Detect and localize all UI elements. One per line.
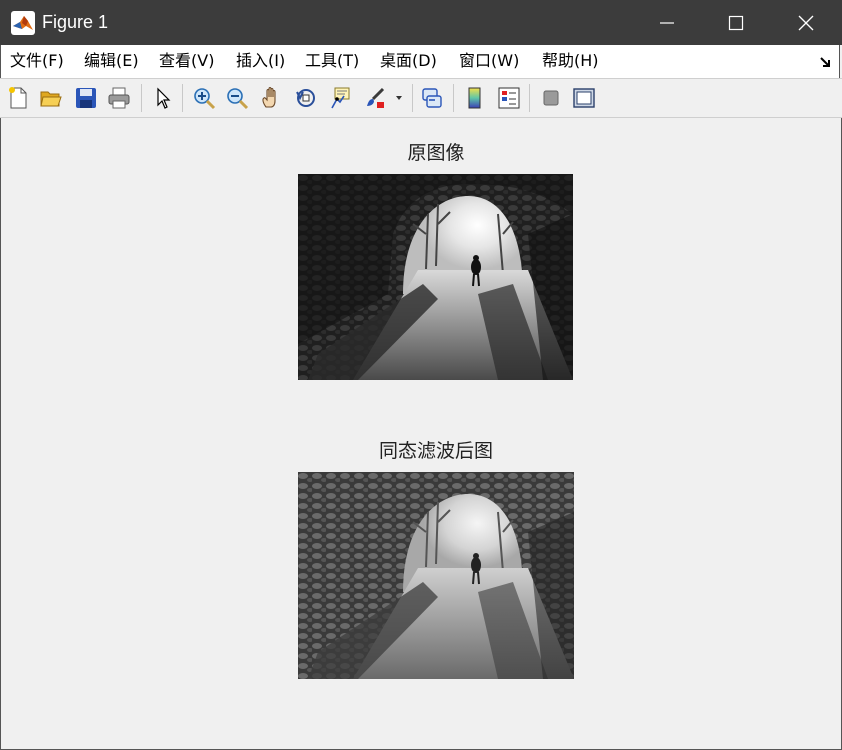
menu-help[interactable]: 帮助(H) [542, 51, 599, 71]
menu-edit[interactable]: 编辑(E) [84, 51, 139, 71]
save-icon [76, 88, 96, 108]
show-plot-tools-icon [573, 88, 595, 108]
link-plot-icon [422, 88, 442, 108]
rotate-3d-icon [296, 89, 315, 107]
new-figure-button[interactable] [4, 84, 32, 112]
zoom-out-icon [227, 88, 249, 110]
zoom-in-button[interactable] [190, 84, 218, 112]
data-cursor-button[interactable] [326, 84, 354, 112]
close-icon [798, 15, 814, 30]
toolbar-separator [529, 84, 530, 112]
subplot-title-filtered: 同态滤波后图 [378, 440, 493, 462]
insert-legend-button[interactable] [495, 84, 523, 112]
toolbar-separator [182, 84, 183, 112]
menu-insert[interactable]: 插入(I) [236, 51, 285, 71]
menu-desktop[interactable]: 桌面(D) [380, 51, 437, 71]
pan-hand-icon [262, 86, 276, 108]
print-icon [108, 87, 130, 109]
window-title: Figure 1 [42, 12, 109, 32]
zoom-in-icon [194, 88, 216, 110]
brush-dropdown-icon [396, 96, 402, 100]
maximize-icon [728, 15, 744, 30]
subplot-title-original: 原图像 [407, 142, 465, 164]
edit-plot-pointer-icon [157, 87, 171, 109]
open-file-button[interactable] [37, 84, 65, 112]
toolbar-separator [141, 84, 142, 112]
menu-view[interactable]: 查看(V) [159, 51, 214, 71]
filtered-image [298, 472, 574, 679]
pan-button[interactable] [257, 84, 285, 112]
print-button[interactable] [105, 84, 133, 112]
toolbar-separator [453, 84, 454, 112]
tunnel-photo-filtered [298, 472, 574, 679]
figure-canvas: 原图像 同态滤波后图 [0, 118, 842, 750]
matlab-logo-icon [11, 11, 35, 35]
link-plot-button[interactable] [418, 84, 446, 112]
brush-icon [367, 87, 385, 108]
show-plot-tools-button[interactable] [570, 84, 598, 112]
dock-figure-icon[interactable] [819, 55, 833, 69]
zoom-out-button[interactable] [223, 84, 251, 112]
menu-window[interactable]: 窗口(W) [459, 51, 519, 71]
menu-tools[interactable]: 工具(T) [305, 51, 359, 71]
tunnel-photo-original [298, 174, 573, 380]
insert-colorbar-icon [468, 87, 481, 109]
brush-button[interactable] [361, 84, 389, 112]
hide-plot-tools-button[interactable] [537, 84, 565, 112]
brush-dropdown-button[interactable] [392, 84, 406, 112]
maximize-button[interactable] [701, 0, 771, 45]
toolbar-separator [412, 84, 413, 112]
menu-bar: 文件(F) 编辑(E) 查看(V) 插入(I) 工具(T) 桌面(D) 窗口(W… [0, 45, 840, 78]
new-figure-icon [9, 87, 27, 109]
hide-plot-tools-icon [543, 90, 559, 106]
insert-colorbar-button[interactable] [461, 84, 489, 112]
rotate-3d-button[interactable] [292, 84, 320, 112]
menu-file[interactable]: 文件(F) [10, 51, 64, 71]
title-bar: Figure 1 [0, 0, 842, 45]
original-image [298, 174, 573, 380]
figure-toolbar [0, 78, 842, 118]
data-cursor-icon [331, 87, 350, 109]
edit-plot-button[interactable] [149, 84, 177, 112]
close-button[interactable] [771, 0, 841, 45]
open-file-icon [40, 91, 62, 107]
minimize-button[interactable] [632, 0, 702, 45]
minimize-icon [660, 21, 674, 24]
insert-legend-icon [498, 87, 520, 109]
save-button[interactable] [72, 84, 100, 112]
